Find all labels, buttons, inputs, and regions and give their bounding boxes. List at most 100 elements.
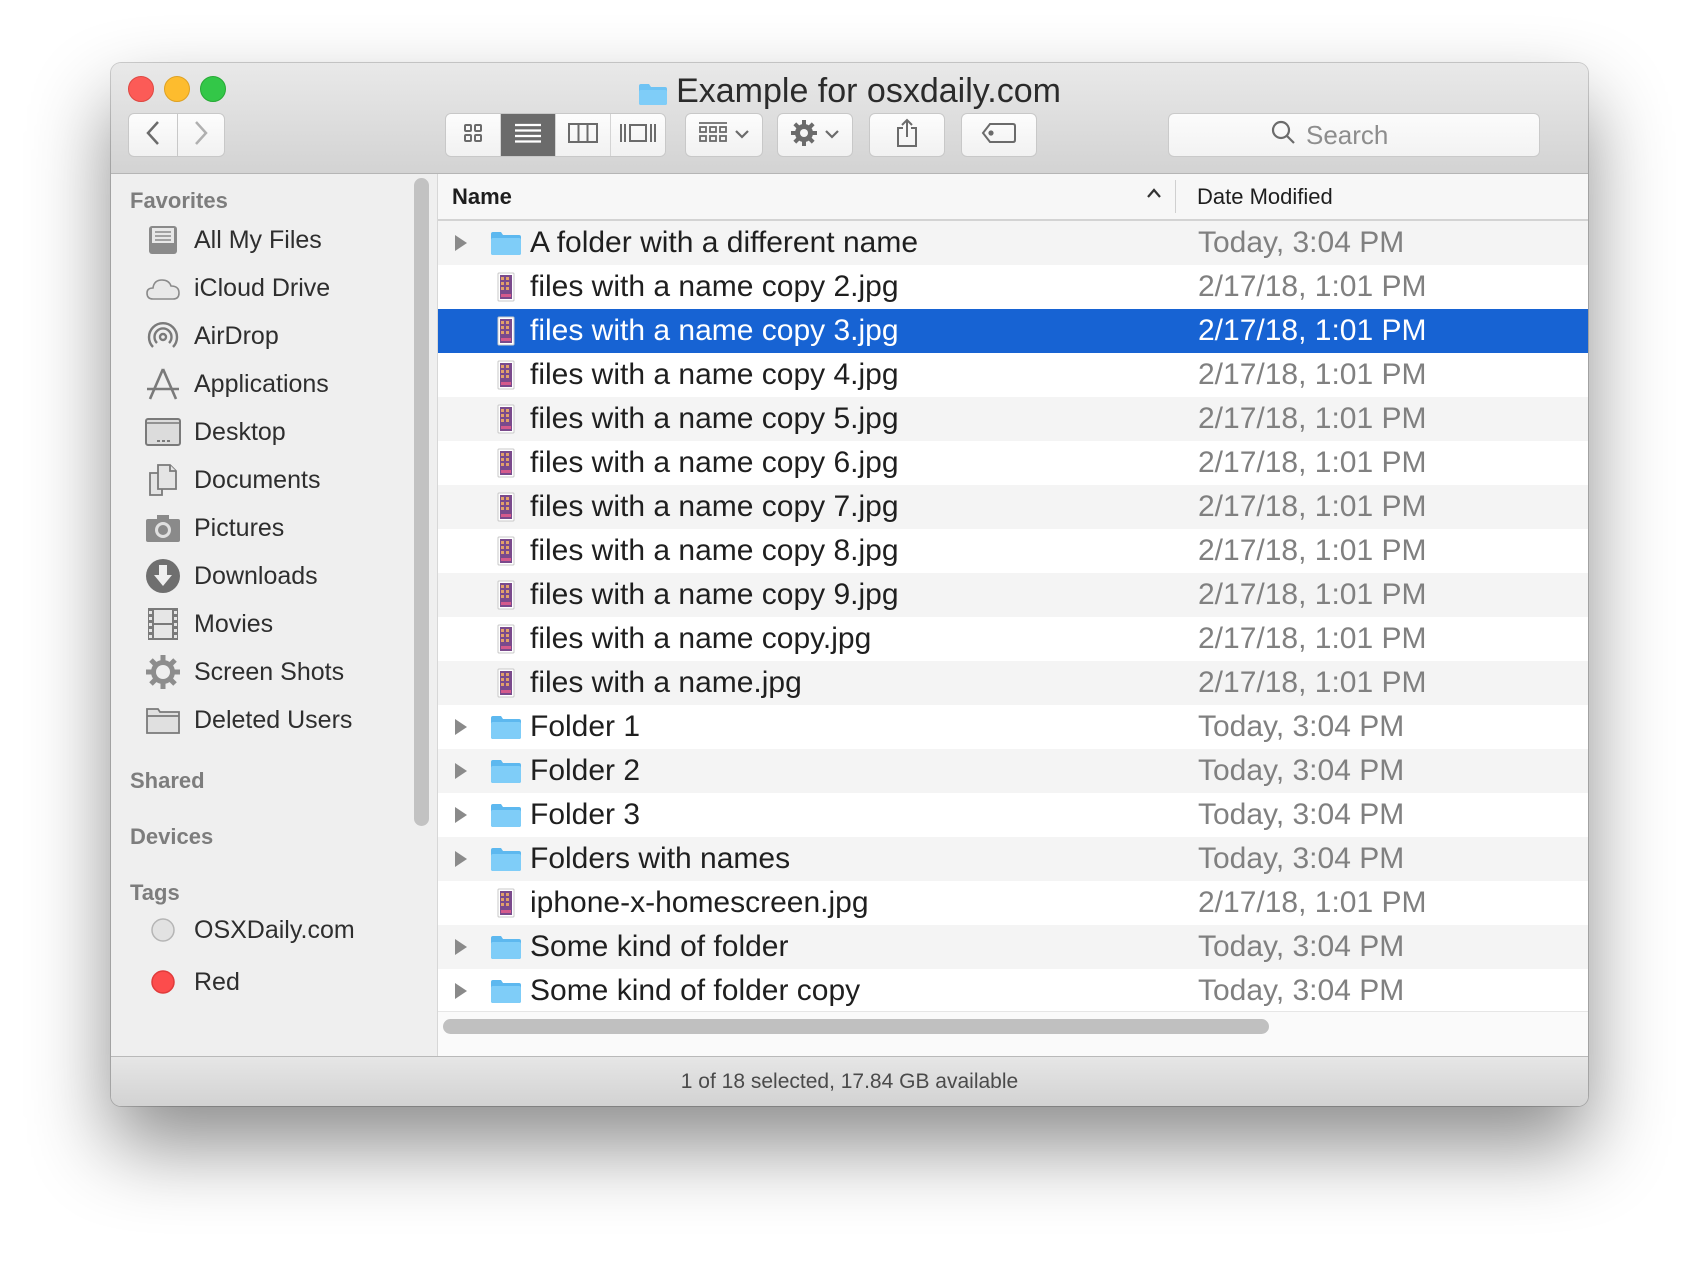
- column-header: Name Date Modified: [438, 174, 1588, 221]
- disclosure-triangle-icon[interactable]: [454, 717, 470, 737]
- cover-flow-icon: [619, 122, 657, 149]
- sidebar-item-label: All My Files: [194, 225, 322, 254]
- sidebar: Favorites All My Files iCloud Drive AirD…: [111, 174, 438, 1056]
- sidebar-item-label: AirDrop: [194, 321, 279, 350]
- tag-color-dot-icon: [144, 963, 182, 1001]
- tags-heading[interactable]: Tags: [130, 880, 180, 906]
- sidebar-item-label: OSXDaily.com: [194, 915, 355, 944]
- sidebar-item-label: Desktop: [194, 417, 286, 446]
- column-header-name[interactable]: Name: [452, 184, 512, 210]
- file-date-modified: 2/17/18, 1:01 PM: [1198, 622, 1427, 655]
- file-row[interactable]: Folders with names Today, 3:04 PM: [438, 837, 1588, 881]
- file-row[interactable]: Folder 3 Today, 3:04 PM: [438, 793, 1588, 837]
- image-file-icon: [490, 403, 522, 435]
- sidebar-item-movies[interactable]: Movies: [144, 602, 273, 646]
- sidebar-item-screen-shots[interactable]: Screen Shots: [144, 650, 344, 694]
- sidebar-scrollbar[interactable]: [414, 178, 429, 826]
- image-file-icon: [490, 447, 522, 479]
- file-row[interactable]: files with a name copy 2.jpg 2/17/18, 1:…: [438, 265, 1588, 309]
- file-date-modified: Today, 3:04 PM: [1198, 226, 1405, 259]
- arrange-grid-icon: [698, 121, 728, 150]
- sidebar-item-airdrop[interactable]: AirDrop: [144, 314, 279, 358]
- column-view-button[interactable]: [556, 114, 611, 156]
- window-title: Example for osxdaily.com: [111, 71, 1588, 115]
- sidebar-item-desktop[interactable]: Desktop: [144, 410, 286, 454]
- desktop-icon: [144, 413, 182, 451]
- cover-flow-view-button[interactable]: [611, 114, 665, 156]
- file-row[interactable]: files with a name copy 7.jpg 2/17/18, 1:…: [438, 485, 1588, 529]
- forward-button[interactable]: [177, 113, 225, 157]
- icon-view-icon: [463, 123, 483, 148]
- finder-window: Example for osxdaily.com Search Favorite…: [111, 63, 1588, 1106]
- back-button[interactable]: [128, 113, 178, 157]
- sidebar-item-label: Movies: [194, 609, 274, 638]
- file-row[interactable]: Folder 1 Today, 3:04 PM: [438, 705, 1588, 749]
- search-icon: [1270, 119, 1296, 152]
- disclosure-triangle-icon[interactable]: [454, 937, 470, 957]
- list-view-icon: [514, 122, 542, 149]
- share-button[interactable]: [869, 113, 945, 157]
- file-row[interactable]: files with a name copy 3.jpg 2/17/18, 1:…: [438, 309, 1588, 353]
- tags-button[interactable]: [961, 113, 1037, 157]
- search-field[interactable]: [1168, 113, 1540, 157]
- window-title-text: Example for osxdaily.com: [676, 72, 1061, 110]
- file-date-modified: Today, 3:04 PM: [1198, 974, 1405, 1007]
- cloud-icon: [144, 269, 182, 307]
- file-row[interactable]: files with a name copy 6.jpg 2/17/18, 1:…: [438, 441, 1588, 485]
- file-row[interactable]: A folder with a different name Today, 3:…: [438, 221, 1588, 265]
- all-files-icon: [144, 221, 182, 259]
- sidebar-item-documents[interactable]: Documents: [144, 458, 320, 502]
- arrange-button[interactable]: [685, 113, 763, 157]
- folder-icon: [490, 755, 522, 787]
- disclosure-triangle-icon[interactable]: [454, 805, 470, 825]
- sidebar-item-pictures[interactable]: Pictures: [144, 506, 284, 550]
- file-date-modified: Today, 3:04 PM: [1198, 842, 1405, 875]
- folder-icon: [490, 975, 522, 1007]
- disclosure-triangle-icon[interactable]: [454, 981, 470, 1001]
- sidebar-tag-osxdaily[interactable]: OSXDaily.com: [144, 908, 355, 952]
- sidebar-item-downloads[interactable]: Downloads: [144, 554, 318, 598]
- sidebar-item-icloud-drive[interactable]: iCloud Drive: [144, 266, 330, 310]
- list-view-button[interactable]: [501, 114, 556, 156]
- file-row[interactable]: files with a name copy.jpg 2/17/18, 1:01…: [438, 617, 1588, 661]
- sidebar-item-label: Screen Shots: [194, 657, 345, 686]
- view-mode-control[interactable]: [445, 113, 666, 157]
- action-button[interactable]: [777, 113, 853, 157]
- back-chevron-icon: [145, 120, 161, 151]
- sidebar-item-deleted-users[interactable]: Deleted Users: [144, 698, 352, 742]
- file-row[interactable]: Some kind of folder Today, 3:04 PM: [438, 925, 1588, 969]
- devices-heading[interactable]: Devices: [130, 824, 213, 850]
- disclosure-triangle-icon[interactable]: [454, 849, 470, 869]
- sort-ascending-icon[interactable]: [1146, 182, 1162, 205]
- status-text: 1 of 18 selected, 17.84 GB available: [680, 1070, 1019, 1093]
- folder-icon: [490, 931, 522, 963]
- file-date-modified: 2/17/18, 1:01 PM: [1198, 270, 1427, 303]
- file-row[interactable]: files with a name.jpg 2/17/18, 1:01 PM: [438, 661, 1588, 705]
- file-row[interactable]: files with a name copy 8.jpg 2/17/18, 1:…: [438, 529, 1588, 573]
- shared-heading[interactable]: Shared: [130, 768, 205, 794]
- file-row[interactable]: files with a name copy 9.jpg 2/17/18, 1:…: [438, 573, 1588, 617]
- column-header-date-modified[interactable]: Date Modified: [1197, 184, 1333, 210]
- file-row[interactable]: files with a name copy 5.jpg 2/17/18, 1:…: [438, 397, 1588, 441]
- file-date-modified: 2/17/18, 1:01 PM: [1198, 446, 1427, 479]
- image-file-icon: [490, 359, 522, 391]
- folder-icon: [490, 711, 522, 743]
- disclosure-triangle-icon[interactable]: [454, 233, 470, 253]
- sidebar-item-applications[interactable]: Applications: [144, 362, 329, 406]
- search-input[interactable]: [1304, 118, 1438, 152]
- share-icon: [895, 118, 919, 153]
- image-file-icon: [490, 315, 522, 347]
- icon-view-button[interactable]: [446, 114, 501, 156]
- column-divider[interactable]: [1175, 180, 1176, 213]
- file-row[interactable]: Folder 2 Today, 3:04 PM: [438, 749, 1588, 793]
- sidebar-tag-red[interactable]: Red: [144, 960, 240, 1004]
- file-rows: A folder with a different name Today, 3:…: [438, 221, 1588, 1013]
- title-bar: Example for osxdaily.com: [111, 63, 1588, 174]
- airdrop-icon: [144, 317, 182, 355]
- sidebar-item-all-my-files[interactable]: All My Files: [144, 218, 322, 262]
- file-row[interactable]: Some kind of folder copy Today, 3:04 PM: [438, 969, 1588, 1013]
- file-row[interactable]: files with a name copy 4.jpg 2/17/18, 1:…: [438, 353, 1588, 397]
- disclosure-triangle-icon[interactable]: [454, 761, 470, 781]
- horizontal-scrollbar[interactable]: [443, 1019, 1269, 1034]
- file-row[interactable]: iphone-x-homescreen.jpg 2/17/18, 1:01 PM: [438, 881, 1588, 925]
